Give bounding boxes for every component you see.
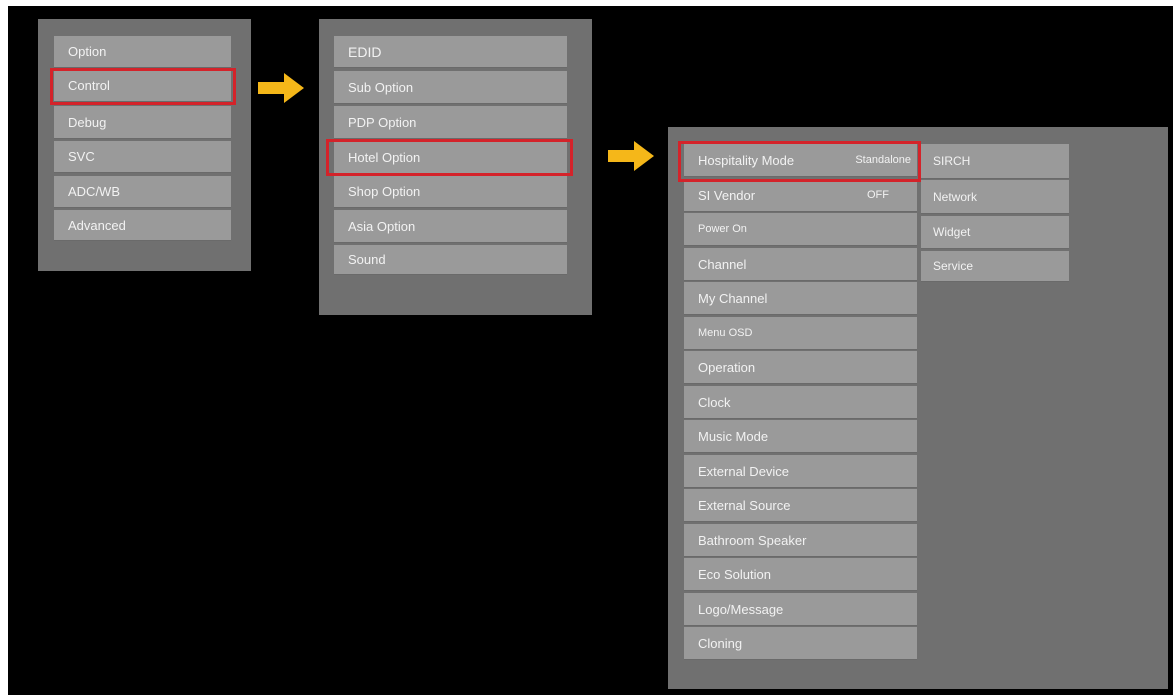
menu3-item-label: External Source bbox=[698, 497, 791, 513]
selection-highlight-hospitality-mode bbox=[678, 141, 921, 182]
menu3-item-label: Cloning bbox=[698, 635, 743, 651]
menu3-item-label: Channel bbox=[698, 256, 747, 272]
menu3-item-cloning[interactable]: Cloning bbox=[684, 627, 917, 660]
menu4-item-service[interactable]: Service bbox=[921, 251, 1069, 282]
menu4-item-network[interactable]: Network bbox=[921, 180, 1069, 214]
menu3-item-music-mode[interactable]: Music Mode bbox=[684, 420, 917, 453]
menu3-item-label: Bathroom Speaker bbox=[698, 532, 807, 548]
menu3-item-label: Operation bbox=[698, 359, 756, 375]
menu3-item-label: External Device bbox=[698, 463, 790, 479]
menu3-item-label: Menu OSD bbox=[698, 326, 753, 339]
menu3-item-operation[interactable]: Operation bbox=[684, 351, 917, 384]
menu3-item-channel[interactable]: Channel bbox=[684, 248, 917, 281]
menu2-item-sound[interactable]: Sound bbox=[334, 245, 567, 275]
menu3-item-eco-solution[interactable]: Eco Solution bbox=[684, 558, 917, 591]
menu4-item-sirch[interactable]: SIRCH bbox=[921, 144, 1069, 179]
arrow-right-icon bbox=[258, 73, 304, 103]
menu3-item-label: Eco Solution bbox=[698, 566, 771, 582]
menu2-item-edid[interactable]: EDID bbox=[334, 36, 567, 68]
menu3-item-power-on[interactable]: Power On bbox=[684, 213, 917, 246]
arrow-right-icon bbox=[608, 141, 654, 171]
menu2-item-sub-option[interactable]: Sub Option bbox=[334, 71, 567, 104]
menu3-item-bathroom-speaker[interactable]: Bathroom Speaker bbox=[684, 524, 917, 557]
menu1-item-svc[interactable]: SVC bbox=[54, 141, 231, 173]
menu3-item-label: Power On bbox=[698, 222, 747, 235]
menu2-item-pdp-option[interactable]: PDP Option bbox=[334, 106, 567, 139]
menu3-item-label: Music Mode bbox=[698, 428, 769, 444]
menu3-item-si-vendor[interactable]: SI Vendor OFF bbox=[684, 179, 917, 212]
menu2-item-asia-option[interactable]: Asia Option bbox=[334, 210, 567, 243]
menu3-item-external-device[interactable]: External Device bbox=[684, 455, 917, 488]
menu3-item-external-source[interactable]: External Source bbox=[684, 489, 917, 522]
menu3-item-label: Clock bbox=[698, 394, 731, 410]
menu2-item-shop-option[interactable]: Shop Option bbox=[334, 175, 567, 208]
menu1-item-advanced[interactable]: Advanced bbox=[54, 210, 231, 241]
menu3-item-label: My Channel bbox=[698, 290, 768, 306]
menu3-item-value: OFF bbox=[867, 188, 889, 201]
menu1-item-option[interactable]: Option bbox=[54, 36, 231, 68]
menu1-item-debug[interactable]: Debug bbox=[54, 106, 231, 139]
menu3-item-label: Logo/Message bbox=[698, 601, 784, 617]
selection-highlight-hotel-option bbox=[326, 139, 573, 176]
image-border-left bbox=[0, 0, 8, 695]
menu3-item-logo-message[interactable]: Logo/Message bbox=[684, 593, 917, 626]
menu3-item-label: SI Vendor bbox=[698, 187, 756, 203]
menu3-item-my-channel[interactable]: My Channel bbox=[684, 282, 917, 315]
menu1-item-adc-wb[interactable]: ADC/WB bbox=[54, 176, 231, 208]
menu4-item-widget[interactable]: Widget bbox=[921, 216, 1069, 249]
selection-highlight-control bbox=[50, 68, 236, 105]
image-border-top bbox=[0, 0, 1173, 6]
menu3-item-menu-osd[interactable]: Menu OSD bbox=[684, 317, 917, 350]
menu3-item-clock[interactable]: Clock bbox=[684, 386, 917, 419]
